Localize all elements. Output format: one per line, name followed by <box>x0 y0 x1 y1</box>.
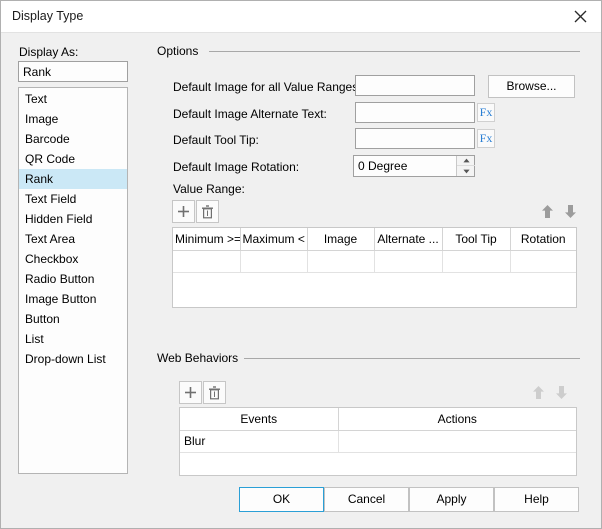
rotation-value: 0 Degree <box>358 159 408 173</box>
list-item[interactable]: Text Field <box>19 189 127 209</box>
title-bar: Display Type <box>1 1 601 33</box>
arrow-up-icon <box>541 204 553 218</box>
value-range-table[interactable]: Minimum >= Maximum < Image Alternate ...… <box>172 227 577 308</box>
ok-button[interactable]: OK <box>239 487 324 512</box>
column-header-tooltip[interactable]: Tool Tip <box>442 228 511 251</box>
tooltip-label: Default Tool Tip: <box>173 133 259 147</box>
spinner-up-icon[interactable] <box>457 156 475 166</box>
web-behaviors-group-legend: Web Behaviors <box>157 351 245 365</box>
cell-maximum[interactable] <box>240 250 308 273</box>
list-item[interactable]: Checkbox <box>19 249 127 269</box>
help-button[interactable]: Help <box>494 487 579 512</box>
display-as-label: Display As: <box>19 45 79 59</box>
list-item[interactable]: QR Code <box>19 149 127 169</box>
list-item[interactable]: Hidden Field <box>19 209 127 229</box>
list-item-selected[interactable]: Rank <box>19 169 127 189</box>
value-range-move-down-button[interactable] <box>560 201 580 221</box>
list-item[interactable]: Text Area <box>19 229 127 249</box>
browse-button[interactable]: Browse... <box>488 75 575 98</box>
rotation-spinner-buttons[interactable] <box>456 156 475 176</box>
arrow-down-icon <box>564 204 576 218</box>
plus-icon <box>178 206 189 217</box>
web-behaviors-delete-button[interactable] <box>203 381 226 404</box>
column-header-events[interactable]: Events <box>180 408 339 431</box>
value-range-label: Value Range: <box>173 182 245 196</box>
spinner-down-icon[interactable] <box>457 166 475 176</box>
web-behaviors-add-button[interactable] <box>179 381 202 404</box>
web-behaviors-move-down-button[interactable] <box>551 382 571 402</box>
default-image-label: Default Image for all Value Ranges: <box>173 80 362 94</box>
cell-rotation[interactable] <box>510 250 576 273</box>
column-header-alternate[interactable]: Alternate ... <box>374 228 443 251</box>
rotation-label: Default Image Rotation: <box>173 160 300 174</box>
table-row[interactable]: Blur <box>180 430 576 453</box>
table-header-row: Minimum >= Maximum < Image Alternate ...… <box>173 228 576 251</box>
plus-icon <box>185 387 196 398</box>
column-header-image[interactable]: Image <box>307 228 375 251</box>
alternate-text-input[interactable] <box>355 102 475 123</box>
web-behaviors-table[interactable]: Events Actions Blur <box>179 407 577 476</box>
display-type-dialog: Display Type Display As: Rank Text Image… <box>0 0 602 529</box>
apply-button[interactable]: Apply <box>409 487 494 512</box>
list-item[interactable]: Barcode <box>19 129 127 149</box>
trash-icon <box>209 385 220 399</box>
arrow-down-icon <box>555 385 567 399</box>
cell-tooltip[interactable] <box>442 250 511 273</box>
rotation-spinner-field[interactable]: 0 Degree <box>353 155 475 177</box>
close-icon[interactable] <box>559 1 601 32</box>
table-header-row: Events Actions <box>180 408 576 431</box>
window-title: Display Type <box>12 9 84 23</box>
trash-icon <box>202 204 213 218</box>
list-item[interactable]: Text <box>19 89 127 109</box>
alternate-text-label: Default Image Alternate Text: <box>173 107 327 121</box>
column-header-minimum[interactable]: Minimum >= <box>173 228 241 251</box>
tooltip-fx-button[interactable]: Fx <box>477 129 495 148</box>
web-behaviors-move-up-button[interactable] <box>528 382 548 402</box>
cell-event[interactable]: Blur <box>180 430 339 453</box>
value-range-delete-button[interactable] <box>196 200 219 223</box>
default-image-input[interactable] <box>355 75 475 96</box>
table-row[interactable] <box>173 250 576 273</box>
list-item[interactable]: Radio Button <box>19 269 127 289</box>
column-header-rotation[interactable]: Rotation <box>510 228 576 251</box>
arrow-up-icon <box>532 385 544 399</box>
display-type-listbox[interactable]: Text Image Barcode QR Code Rank Text Fie… <box>18 87 128 474</box>
list-item[interactable]: List <box>19 329 127 349</box>
tooltip-input[interactable] <box>355 128 475 149</box>
cell-action[interactable] <box>338 430 576 453</box>
value-range-move-up-button[interactable] <box>537 201 557 221</box>
list-item[interactable]: Image <box>19 109 127 129</box>
web-behaviors-group-divider <box>244 358 580 359</box>
alternate-text-fx-button[interactable]: Fx <box>477 103 495 122</box>
display-as-value-field[interactable]: Rank <box>18 61 128 82</box>
cell-alternate[interactable] <box>374 250 443 273</box>
value-range-add-button[interactable] <box>172 200 195 223</box>
column-header-actions[interactable]: Actions <box>338 408 576 431</box>
column-header-maximum[interactable]: Maximum < <box>240 228 308 251</box>
options-group-divider <box>209 51 580 52</box>
cancel-button[interactable]: Cancel <box>324 487 409 512</box>
list-item[interactable]: Drop-down List <box>19 349 127 369</box>
cell-image[interactable] <box>307 250 375 273</box>
list-item[interactable]: Button <box>19 309 127 329</box>
options-group-legend: Options <box>157 44 205 58</box>
list-item[interactable]: Image Button <box>19 289 127 309</box>
cell-minimum[interactable] <box>173 250 241 273</box>
